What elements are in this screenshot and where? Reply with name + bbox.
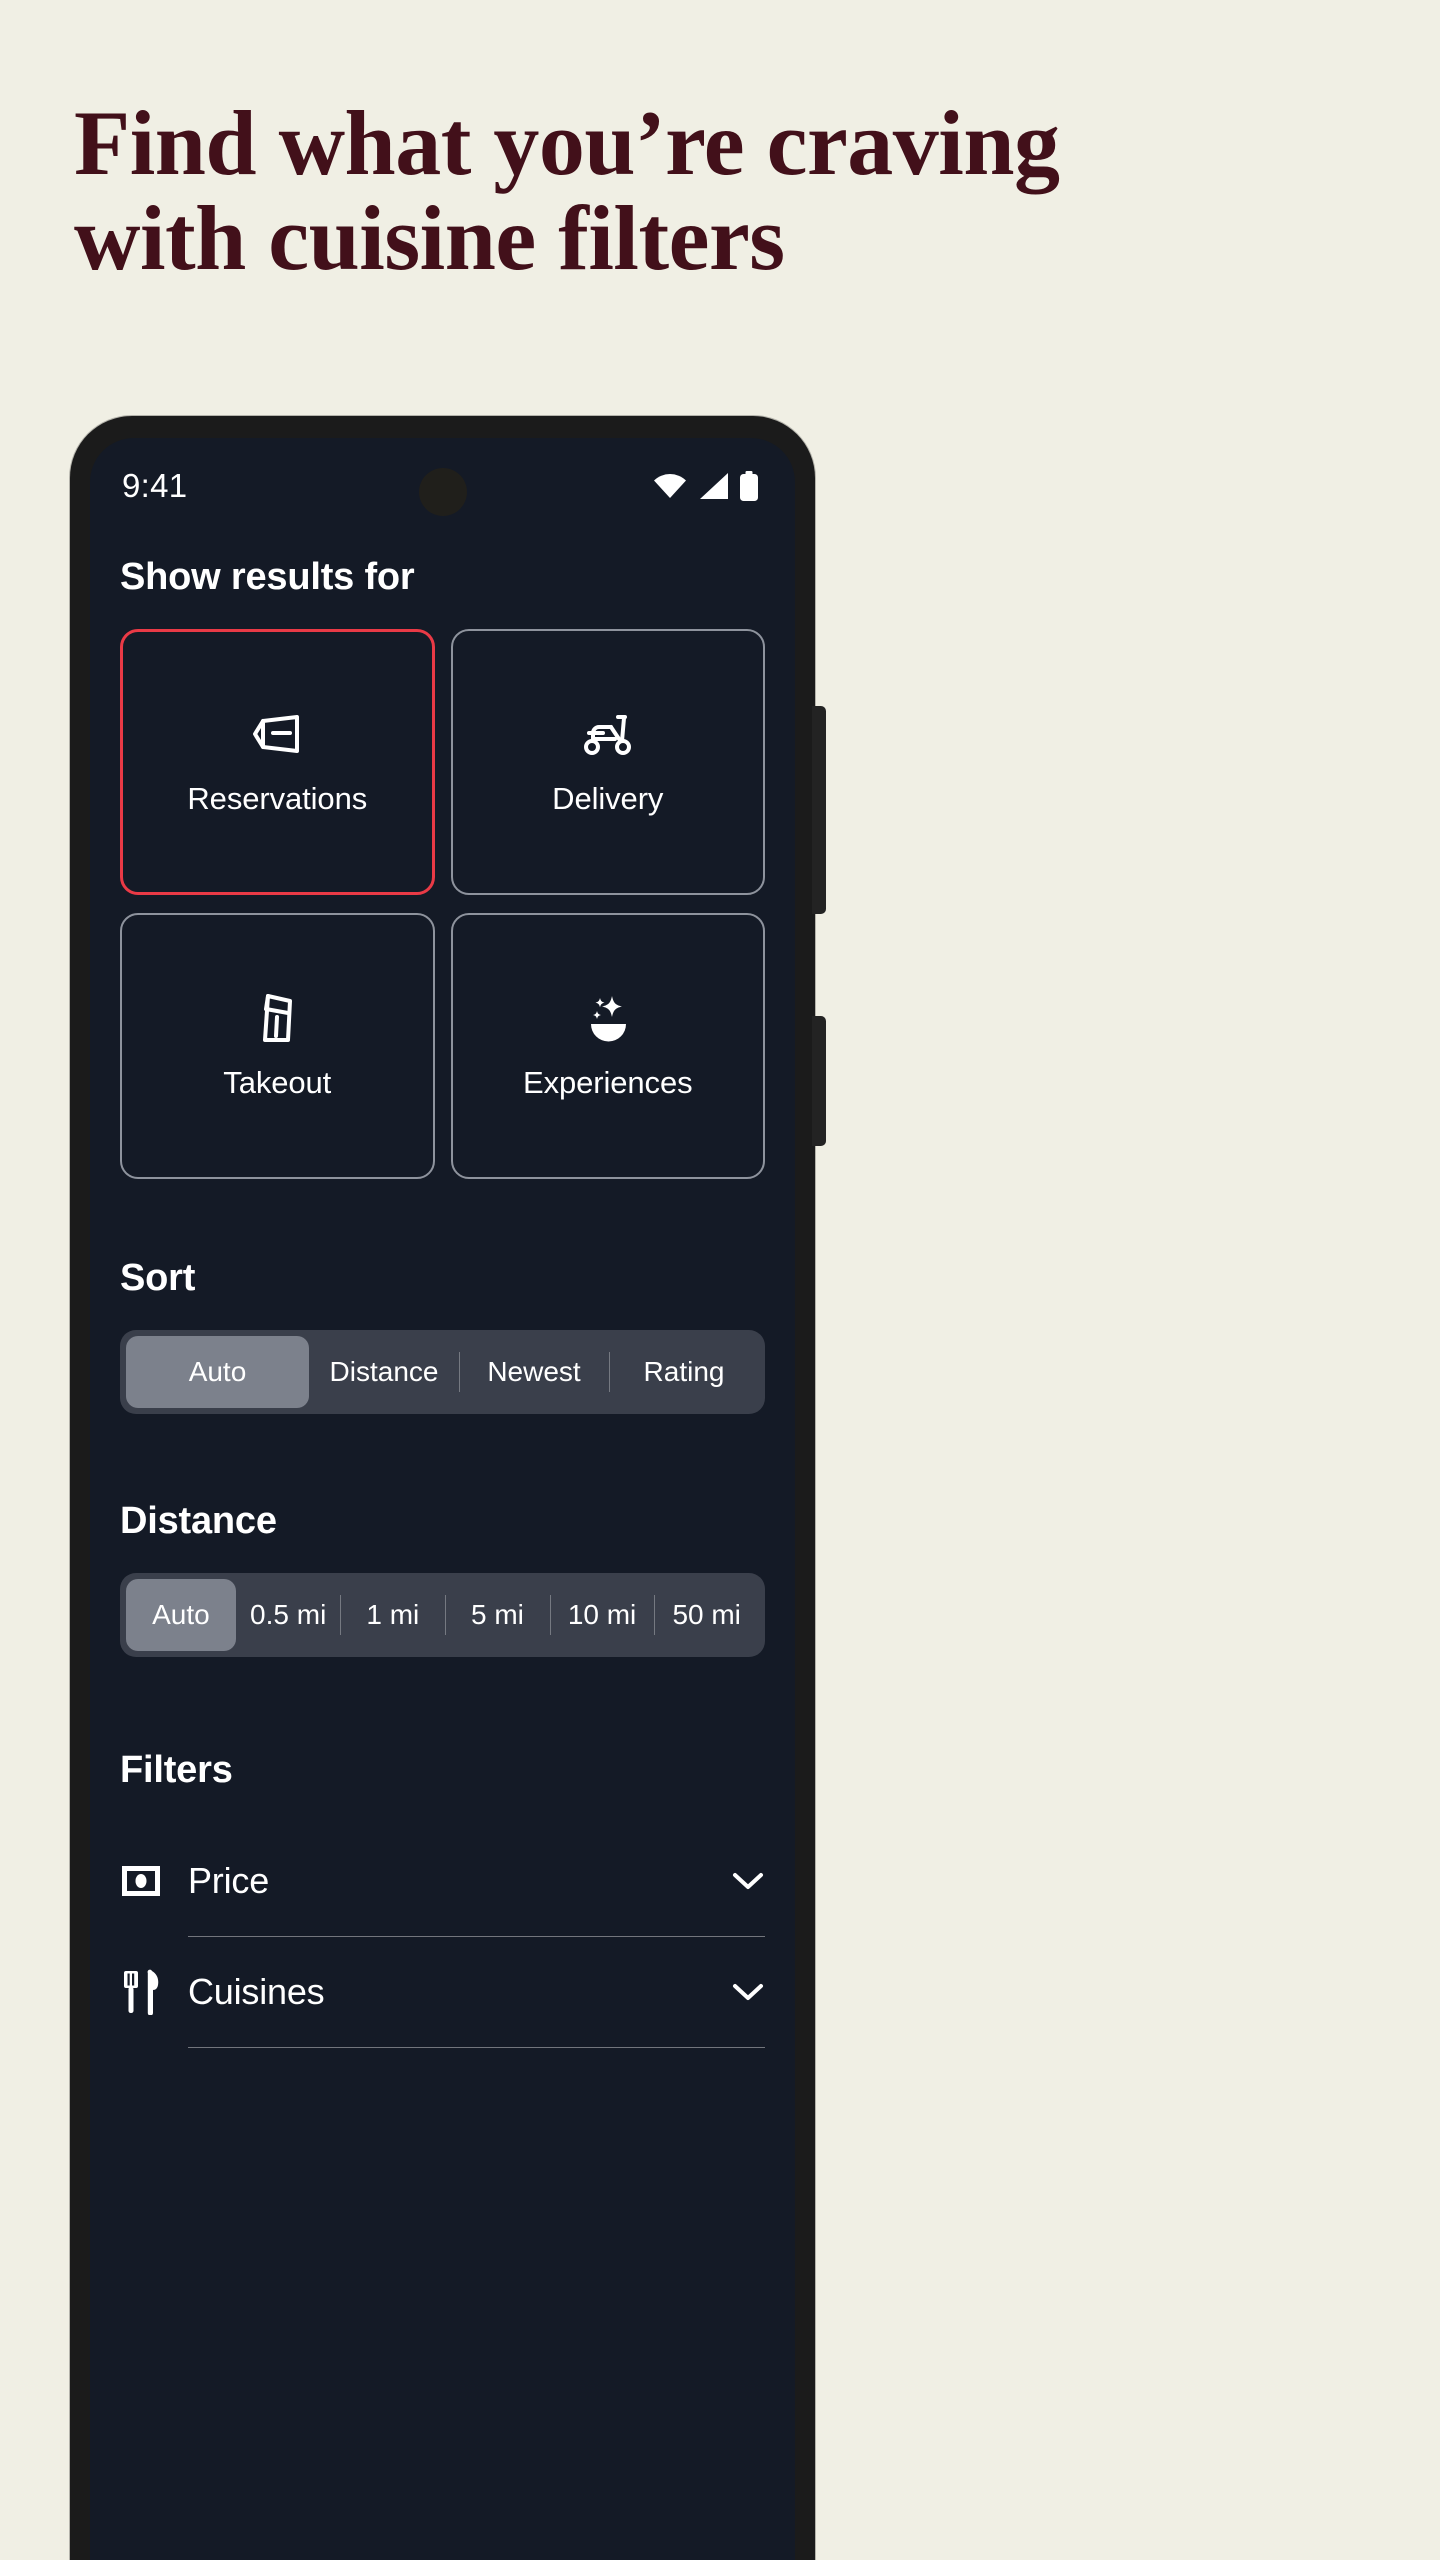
distance-option-5-mi[interactable]: 5 mi bbox=[445, 1579, 550, 1651]
show-results-options-grid: Reservations Delivery Takeout Experience… bbox=[120, 629, 765, 1179]
distance-option-0-5-mi[interactable]: 0.5 mi bbox=[236, 1579, 341, 1651]
distance-option-1-mi[interactable]: 1 mi bbox=[340, 1579, 445, 1651]
phone-screen: 9:41 Show results for Reservations Deliv… bbox=[90, 438, 795, 2560]
sort-option-auto[interactable]: Auto bbox=[126, 1336, 309, 1408]
option-label: Reservations bbox=[187, 781, 368, 816]
sort-option-distance[interactable]: Distance bbox=[309, 1336, 459, 1408]
filter-label: Cuisines bbox=[188, 1971, 325, 2012]
fork-knife-icon bbox=[120, 1969, 162, 2015]
option-card-experiences[interactable]: Experiences bbox=[450, 913, 765, 1179]
phone-mockup-frame: 9:41 Show results for Reservations Deliv… bbox=[70, 416, 826, 2560]
option-label: Takeout bbox=[223, 1065, 332, 1100]
app-store-screenshot-page: Find what you’re craving with cuisine fi… bbox=[0, 0, 1440, 2560]
page-title: Find what you’re craving with cuisine fi… bbox=[74, 96, 1074, 286]
banknote-icon bbox=[120, 1860, 162, 1902]
sort-segmented-control: Auto Distance Newest Rating bbox=[120, 1330, 765, 1414]
filter-row-cuisines[interactable]: Cuisines bbox=[120, 1937, 765, 2047]
chevron-down-icon[interactable] bbox=[731, 1864, 765, 1898]
option-card-delivery[interactable]: Delivery bbox=[450, 629, 765, 895]
wifi-icon bbox=[653, 473, 687, 499]
scooter-icon bbox=[581, 707, 635, 761]
distance-option-10-mi[interactable]: 10 mi bbox=[549, 1579, 655, 1651]
option-card-takeout[interactable]: Takeout bbox=[120, 913, 435, 1179]
distance-heading: Distance bbox=[120, 1500, 277, 1542]
status-bar-clock: 9:41 bbox=[122, 467, 188, 504]
filter-row-price[interactable]: Price bbox=[120, 1826, 765, 1936]
sort-option-newest[interactable]: Newest bbox=[459, 1336, 609, 1408]
cellular-signal-icon bbox=[697, 472, 729, 500]
distance-segmented-control: Auto 0.5 mi 1 mi 5 mi 10 mi 50 mi bbox=[120, 1573, 765, 1657]
option-card-reservations[interactable]: Reservations bbox=[120, 629, 435, 895]
status-bar: 9:41 bbox=[90, 438, 795, 534]
takeout-bag-icon bbox=[250, 991, 304, 1045]
distance-option-50-mi[interactable]: 50 mi bbox=[654, 1579, 759, 1651]
volume-button[interactable] bbox=[812, 1016, 826, 1146]
show-results-heading: Show results for bbox=[120, 556, 415, 598]
reservation-table-icon bbox=[250, 707, 304, 761]
filters-list: Price Cuisines bbox=[120, 1826, 765, 2048]
status-bar-icons bbox=[653, 471, 759, 501]
filter-divider bbox=[188, 2047, 765, 2048]
sort-option-rating[interactable]: Rating bbox=[609, 1336, 759, 1408]
battery-icon bbox=[739, 471, 759, 501]
option-label: Experiences bbox=[523, 1065, 693, 1100]
chevron-down-icon[interactable] bbox=[731, 1975, 765, 2009]
power-button[interactable] bbox=[812, 706, 826, 914]
sort-heading: Sort bbox=[120, 1257, 196, 1299]
filter-label: Price bbox=[188, 1860, 270, 1901]
option-label: Delivery bbox=[552, 781, 664, 816]
filters-screen-content: Show results for Reservations Delivery T… bbox=[90, 534, 795, 2048]
sparkle-bowl-icon bbox=[581, 991, 635, 1045]
headline-line-1: Find what you’re craving bbox=[74, 92, 1060, 194]
filters-heading: Filters bbox=[120, 1749, 233, 1791]
distance-option-auto[interactable]: Auto bbox=[126, 1579, 236, 1651]
headline-line-2: with cuisine filters bbox=[74, 186, 785, 289]
